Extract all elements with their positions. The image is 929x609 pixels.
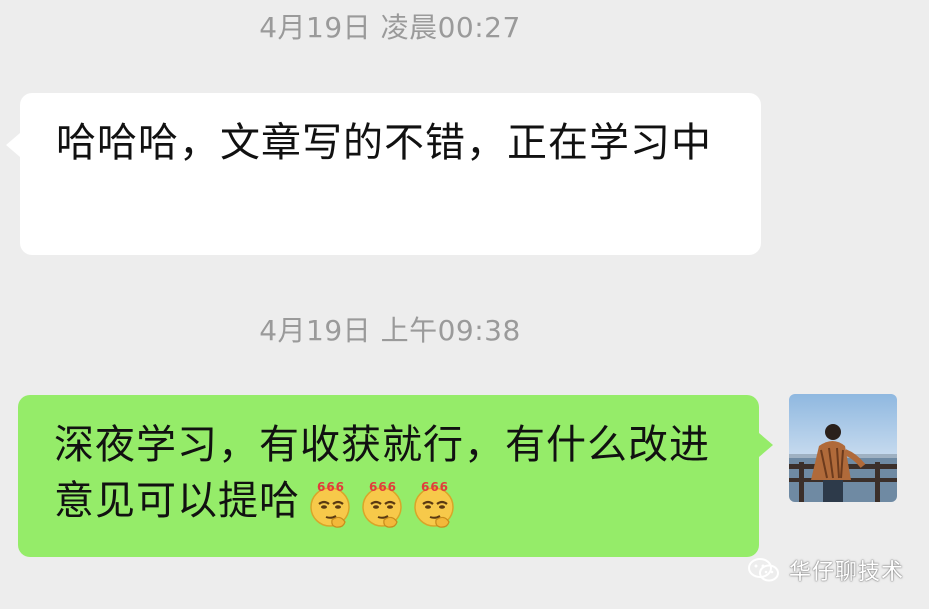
watermark-text: 华仔聊技术	[789, 560, 905, 585]
message-text: 哈哈哈，文章写的不错，正在学习中	[56, 120, 712, 166]
svg-text:666: 666	[369, 480, 397, 494]
message-bubble-incoming[interactable]: 哈哈哈，文章写的不错，正在学习中	[6, 93, 761, 255]
emoji-group: 666 666 666	[306, 475, 462, 531]
666-thinking-emoji: 666	[358, 480, 408, 530]
avatar[interactable]	[789, 394, 897, 502]
timestamp-2: 4月19日 上午09:38	[259, 314, 521, 347]
666-thinking-emoji: 666	[306, 480, 356, 530]
wechat-official-account-icon	[748, 558, 779, 582]
message-bubble-outgoing[interactable]: 深夜学习，有收获就行，有什么改进意见可以提哈 666 666 666	[18, 395, 773, 557]
svg-text:666: 666	[421, 480, 449, 494]
svg-text:666: 666	[317, 480, 345, 494]
timestamp-1: 4月19日 凌晨00:27	[259, 11, 521, 44]
watermark: 华仔聊技术	[747, 553, 904, 587]
666-thinking-emoji: 666	[410, 480, 460, 530]
